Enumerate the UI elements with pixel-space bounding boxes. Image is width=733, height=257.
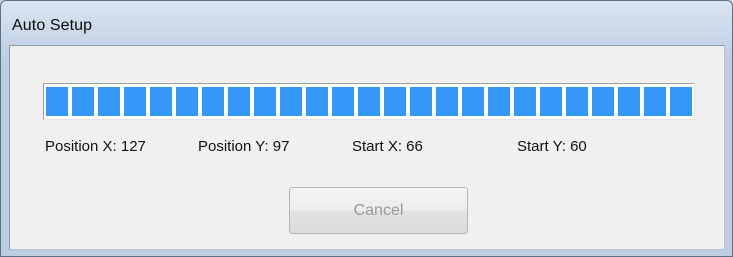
progress-bar <box>43 83 695 120</box>
position-y-label: Position Y: 97 <box>198 138 290 155</box>
window-title: Auto Setup <box>12 17 93 34</box>
start-y-label: Start Y: 60 <box>517 138 587 155</box>
dialog-body: Position X: 127 Position Y: 97 Start X: … <box>9 45 725 250</box>
start-x-label: Start X: 66 <box>352 138 423 155</box>
progress-fill <box>46 87 692 116</box>
title-bar[interactable]: Auto Setup <box>1 1 732 45</box>
position-x-label: Position X: 127 <box>45 138 146 155</box>
progress-track <box>46 87 692 116</box>
auto-setup-dialog: Auto Setup Position X: 127 Position Y: 9… <box>0 0 733 257</box>
cancel-button[interactable]: Cancel <box>289 187 468 234</box>
